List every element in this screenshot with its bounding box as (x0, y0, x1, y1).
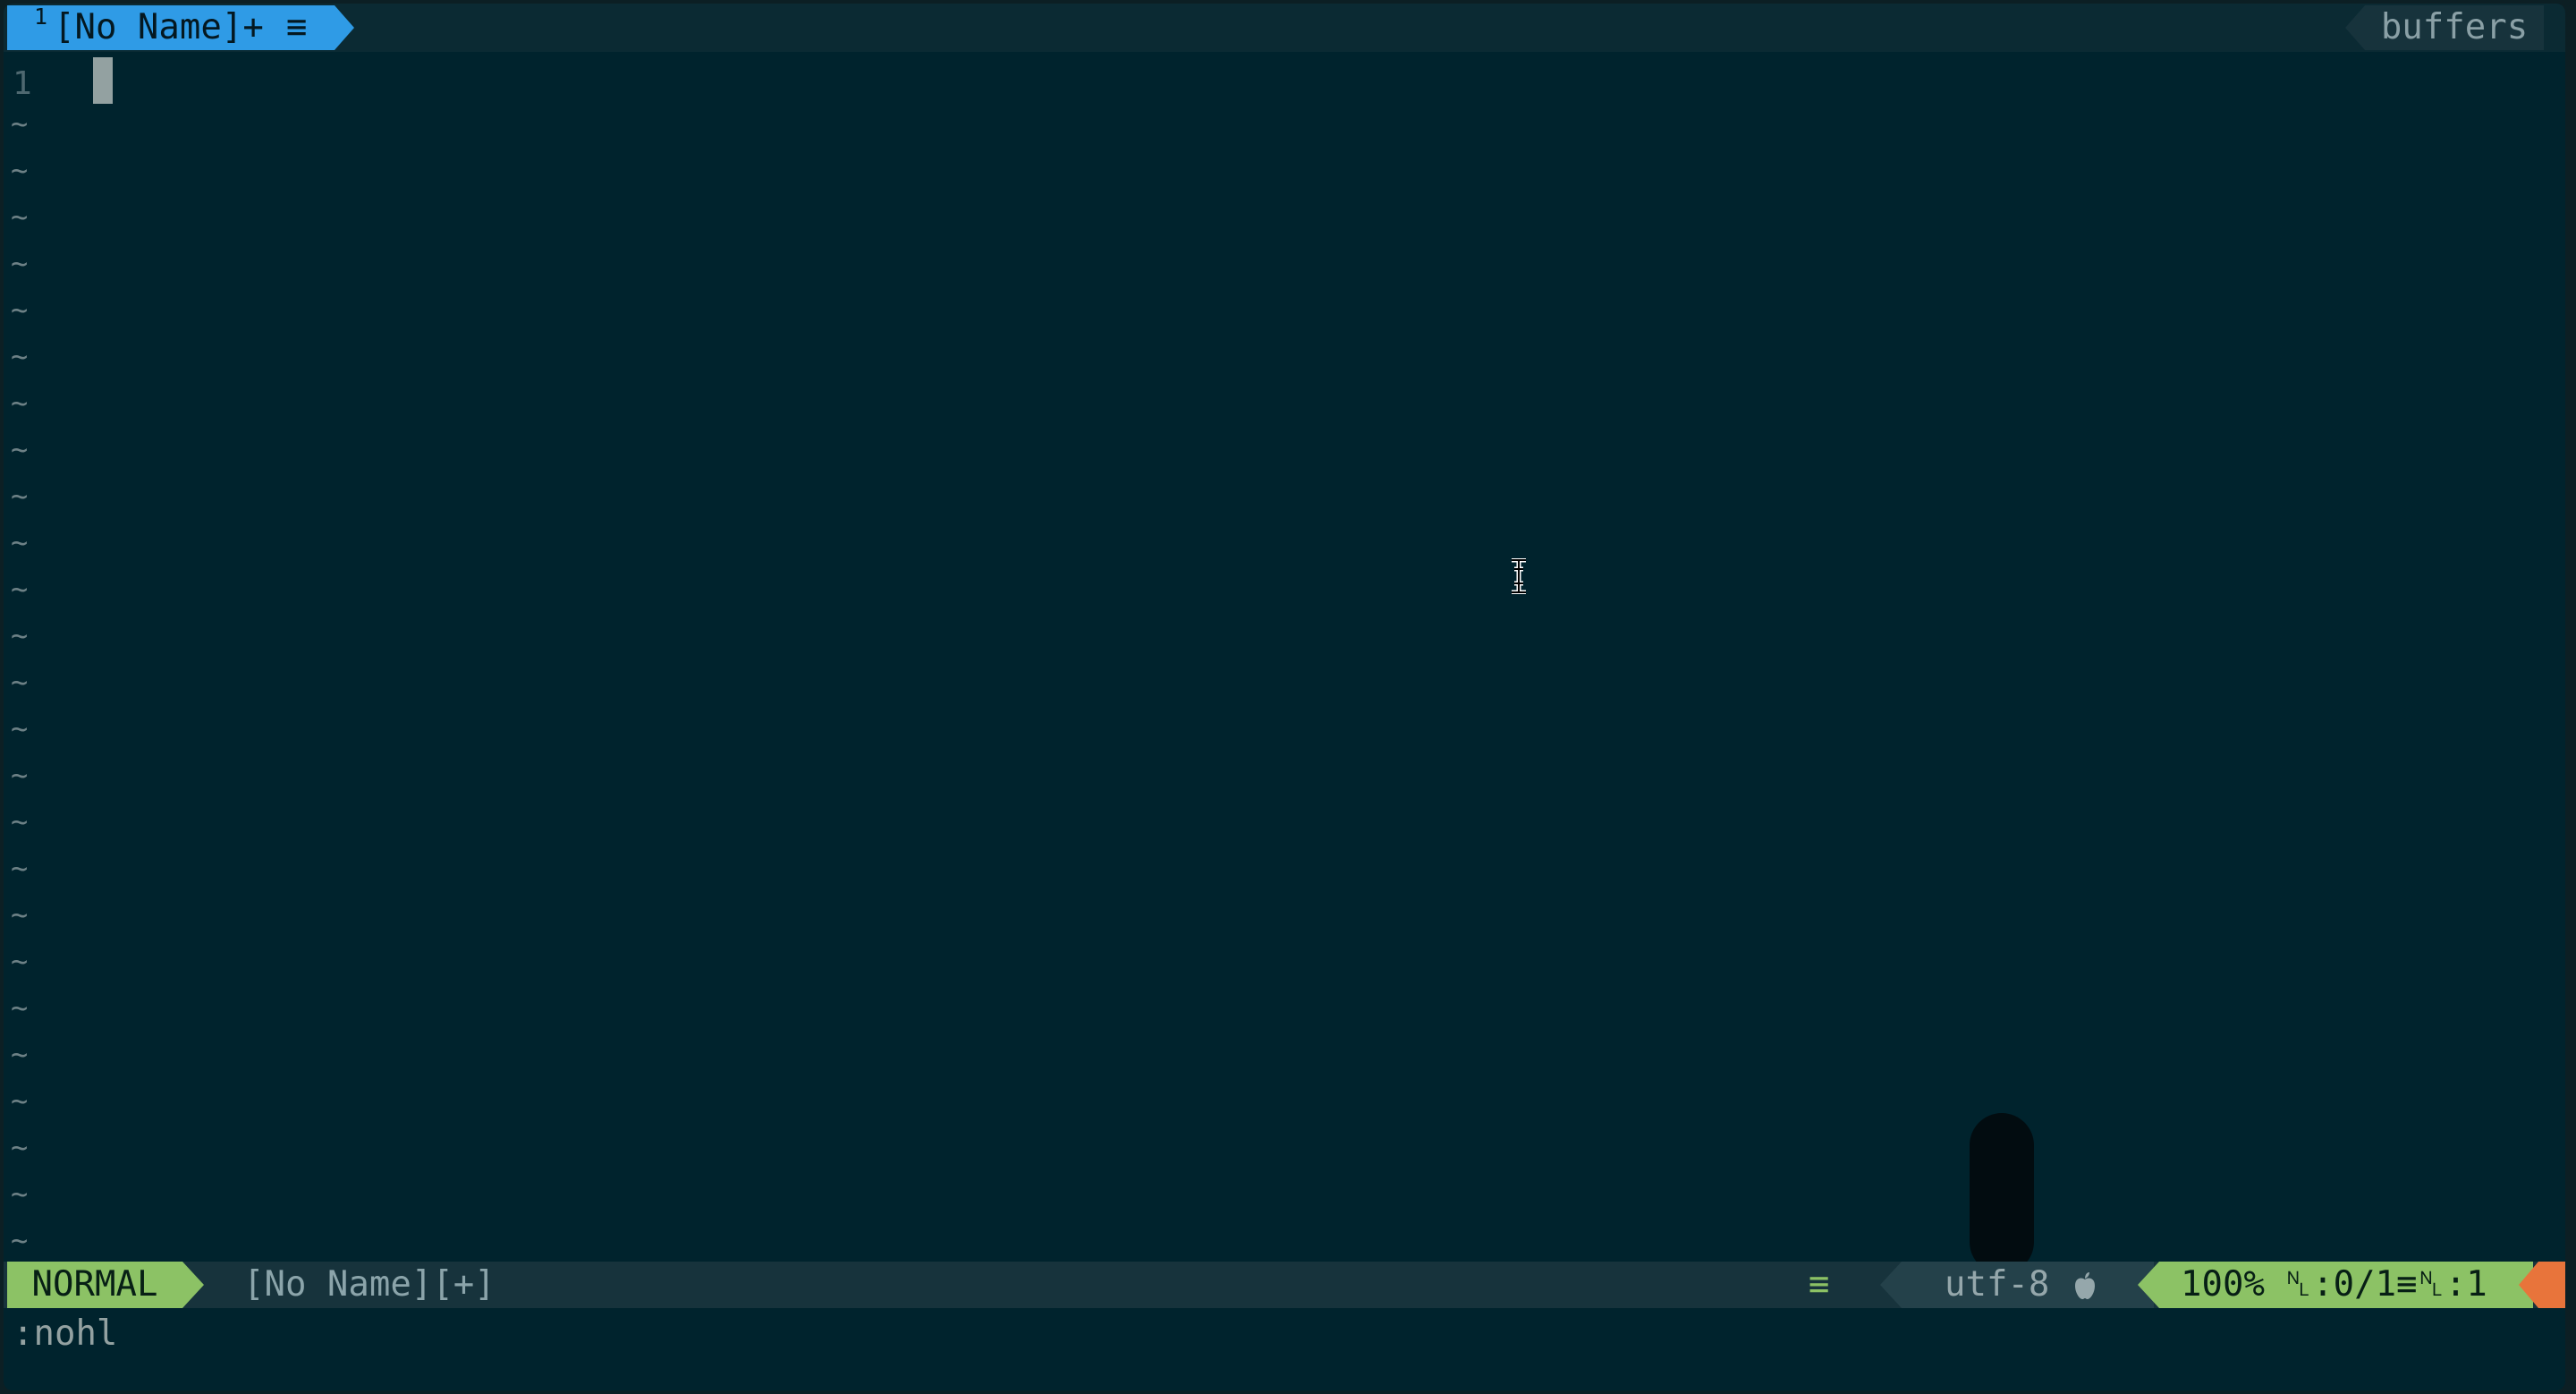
tab-label: [No Name]+ (54, 7, 264, 47)
tilde-marker: ~ (11, 758, 29, 792)
tilde-marker: ~ (11, 386, 29, 420)
tabline: 1 [No Name]+ ≡ buffers (4, 4, 2565, 52)
tilde-marker: ~ (11, 246, 29, 280)
buffers-separator (2345, 5, 2365, 50)
tilde-marker: ~ (11, 1130, 29, 1164)
text-cursor (93, 57, 113, 104)
tab-no-name[interactable]: 1 [No Name]+ ≡ (7, 4, 335, 50)
encoding-separator (1880, 1262, 1902, 1308)
warning-section (2538, 1262, 2565, 1308)
tilde-marker: ~ (11, 944, 29, 978)
tilde-marker: ~ (11, 665, 29, 699)
scroll-indicator[interactable] (1970, 1113, 2034, 1274)
percent-label: 100% (2181, 1264, 2265, 1305)
encoding-section: utf-8 (1902, 1262, 2154, 1308)
tilde-marker: ~ (11, 711, 29, 745)
tilde-marker: ~ (11, 106, 29, 140)
tab-separator (335, 5, 354, 50)
editor-area[interactable]: 1 ~ ~ ~ ~ ~ ~ ~ ~ ~ ~ ~ ~ ~ ~ ~ ~ ~ ~ ~ … (4, 52, 2565, 1274)
line-column-label: ␤:0/1≡␤:1 (2284, 1264, 2487, 1305)
empty-line-markers: ~ ~ ~ ~ ~ ~ ~ ~ ~ ~ ~ ~ ~ ~ ~ ~ ~ ~ ~ ~ … (11, 100, 28, 1263)
statusline: NORMAL [No Name][+] ≡ utf-8 100% ␤:0/1≡␤… (4, 1262, 2565, 1308)
tilde-marker: ~ (11, 897, 29, 931)
tilde-marker: ~ (11, 153, 29, 187)
encoding-label: utf-8 (1945, 1264, 2050, 1305)
tilde-marker: ~ (11, 572, 29, 606)
tilde-marker: ~ (11, 479, 29, 513)
ibeam-cursor-icon (1512, 558, 1526, 594)
tilde-marker: ~ (11, 525, 29, 559)
tilde-marker: ~ (11, 339, 29, 373)
tilde-marker: ~ (11, 804, 29, 838)
tilde-marker: ~ (11, 1223, 29, 1257)
position-section: 100% ␤:0/1≡␤:1 (2159, 1262, 2533, 1308)
mode-separator (182, 1262, 204, 1308)
tab-number: 1 (34, 4, 48, 30)
fileformat-icon: ≡ (1809, 1264, 1830, 1305)
tilde-marker: ~ (11, 618, 29, 652)
mode-indicator: NORMAL (7, 1262, 182, 1308)
tilde-marker: ~ (11, 1084, 29, 1118)
position-separator (2138, 1262, 2159, 1308)
lines-icon: ≡ (286, 7, 308, 47)
command-line[interactable]: :nohl (13, 1310, 117, 1358)
tilde-marker: ~ (11, 851, 29, 885)
status-filename: [No Name][+] (243, 1264, 496, 1305)
tilde-marker: ~ (11, 293, 29, 327)
tilde-marker: ~ (11, 200, 29, 234)
tilde-marker: ~ (11, 1177, 29, 1211)
apple-icon (2075, 1272, 2095, 1299)
warning-separator (2519, 1262, 2538, 1308)
tilde-marker: ~ (11, 432, 29, 466)
vim-window: 1 [No Name]+ ≡ buffers 1 ~ ~ ~ ~ ~ ~ ~ ~… (4, 4, 2565, 1390)
tilde-marker: ~ (11, 1037, 29, 1071)
buffers-label: buffers (2365, 5, 2544, 50)
tilde-marker: ~ (11, 990, 29, 1024)
